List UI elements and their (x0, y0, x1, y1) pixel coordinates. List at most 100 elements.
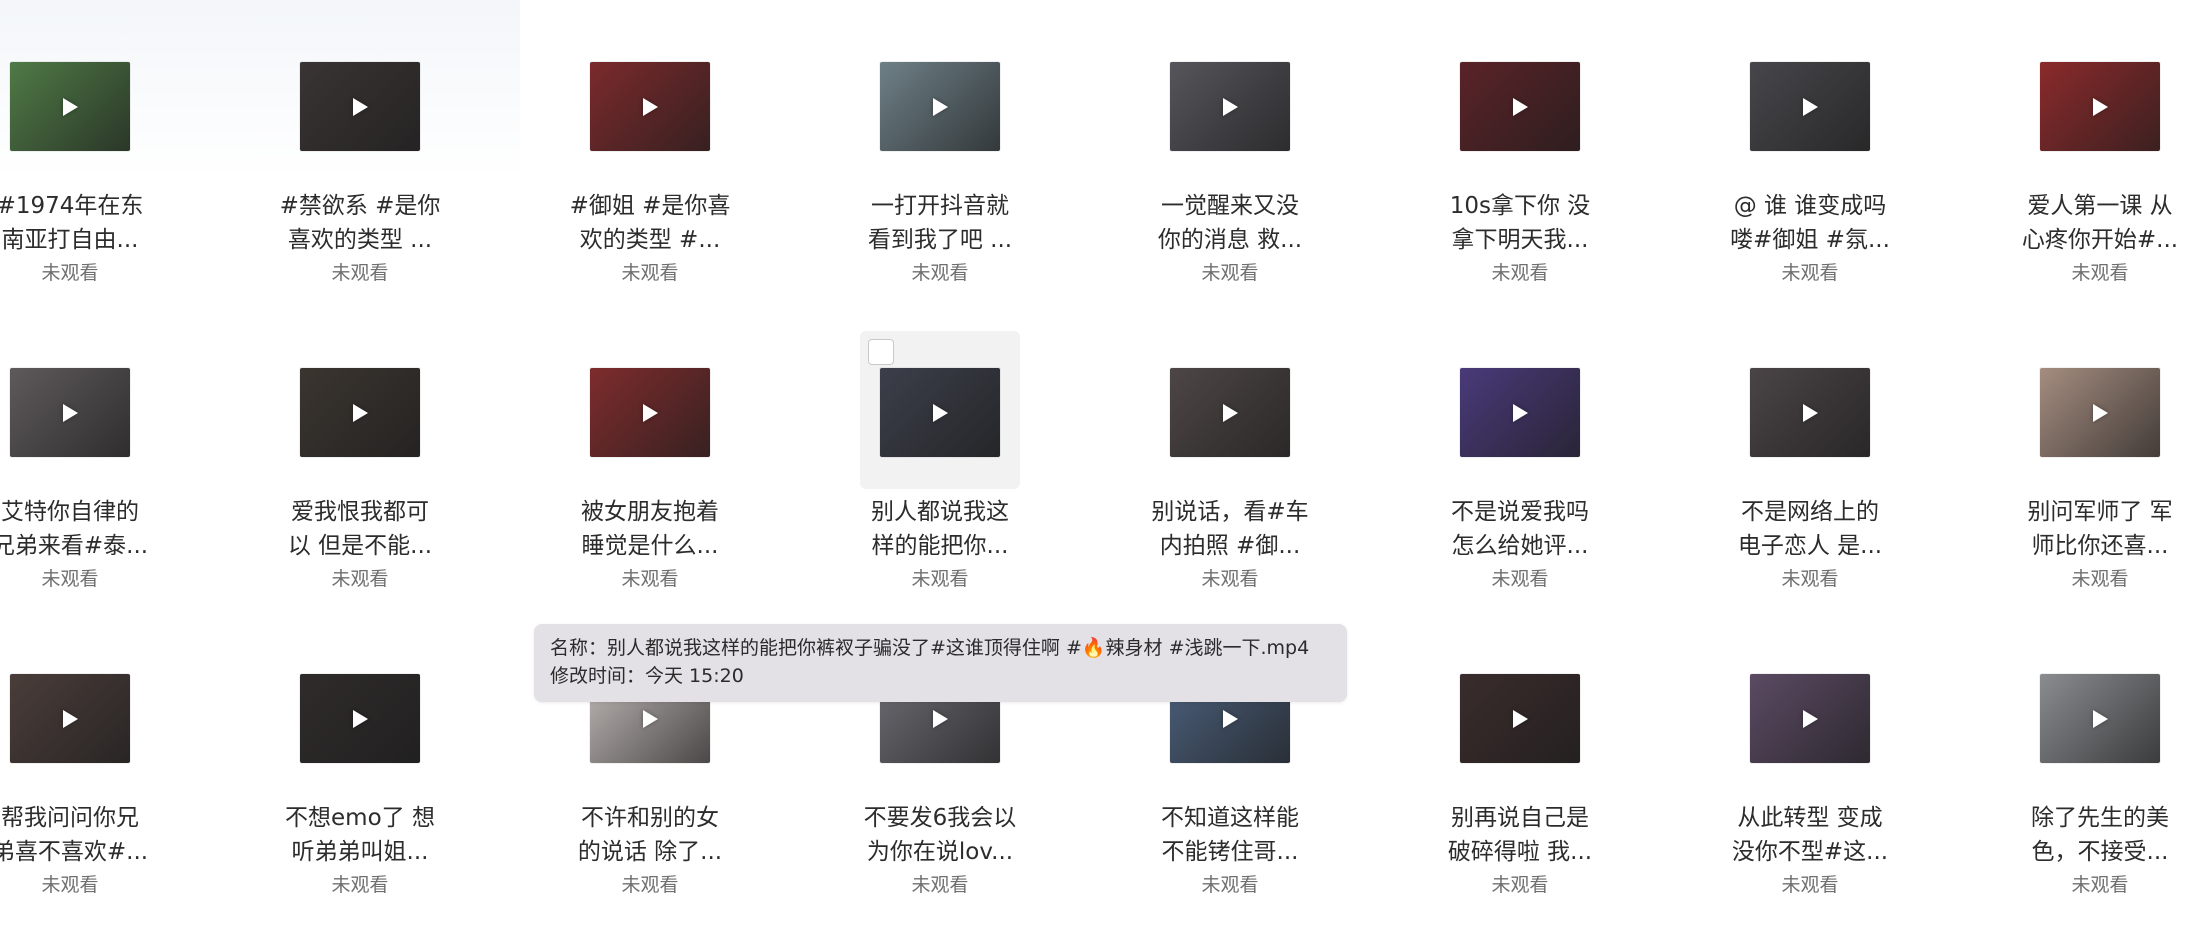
video-grid: #1974年在东 南亚打自由... 未观看 #禁欲系 #是你 喜欢的类型 ... 未观看 #… (0, 0, 2194, 932)
video-item[interactable]: 别说话，看#车 内拍照 #御... 未观看 (1150, 331, 1310, 590)
video-title-line2: 南亚打自由... (1, 227, 139, 253)
video-thumbnail[interactable] (1460, 62, 1580, 151)
video-title-line1: 别问军师了 军 (2027, 499, 2173, 525)
video-thumbnail[interactable] (880, 368, 1000, 457)
video-thumbnail[interactable] (2040, 674, 2160, 763)
video-title[interactable]: 不要发6我会以 为你在说lov... (848, 801, 1032, 869)
video-title-line2: 没你不型#这... (1731, 839, 1889, 865)
video-title-line2: 破碎得啦 我... (1447, 839, 1593, 865)
video-title[interactable]: @ 谁 谁变成吗 喽#御姐 #氛... (1718, 189, 1902, 257)
video-title[interactable]: 不许和别的女 的说话 除了... (558, 801, 742, 869)
video-item[interactable]: 不想emo了 想听弟弟叫姐... 未观看 (280, 637, 440, 896)
video-title[interactable]: #1974年在东 南亚打自由... (0, 189, 162, 257)
video-title[interactable]: 帮我问问你兄 弟喜不喜欢#... (0, 801, 162, 869)
video-title[interactable]: 别说话，看#车 内拍照 #御... (1138, 495, 1322, 563)
video-item[interactable]: #御姐 #是你喜 欢的类型 #... 未观看 (570, 25, 730, 284)
watch-status: 未观看 (1491, 874, 1549, 896)
play-icon (1803, 404, 1818, 422)
play-icon (353, 404, 368, 422)
video-thumbnail[interactable] (10, 674, 130, 763)
video-title[interactable]: 艾特你自律的 兄弟来看#泰... (0, 495, 162, 563)
watch-status: 未观看 (2071, 568, 2129, 590)
video-title[interactable]: 爱人第一课 从心疼你开始#... (2008, 189, 2192, 257)
watch-status: 未观看 (1201, 568, 1259, 590)
video-title[interactable]: 10s拿下你 没拿下明天我... (1428, 189, 1612, 257)
video-title[interactable]: 别人都说我这 样的能把你... (848, 495, 1032, 563)
video-item[interactable]: 被女朋友抱着 睡觉是什么... 未观看 (570, 331, 730, 590)
video-title-line2: 电子恋人 是... (1737, 533, 1883, 559)
video-item[interactable]: 一打开抖音就 看到我了吧 ... 未观看 (860, 25, 1020, 284)
video-title-line1: 一觉醒来又没 (1161, 193, 1299, 219)
video-title-line1: 不知道这样能 (1161, 805, 1299, 831)
play-icon (1513, 710, 1528, 728)
video-thumbnail[interactable] (10, 368, 130, 457)
video-item[interactable]: #禁欲系 #是你 喜欢的类型 ... 未观看 (280, 25, 440, 284)
video-item[interactable]: #1974年在东 南亚打自由... 未观看 (0, 25, 150, 284)
video-title[interactable]: #御姐 #是你喜 欢的类型 #... (558, 189, 742, 257)
watch-status: 未观看 (331, 262, 389, 284)
video-title[interactable]: 不想emo了 想听弟弟叫姐... (268, 801, 452, 869)
watch-status: 未观看 (1201, 874, 1259, 896)
video-item[interactable]: 10s拿下你 没拿下明天我... 未观看 (1440, 25, 1600, 284)
video-thumbnail[interactable] (1750, 368, 1870, 457)
video-thumbnail[interactable] (1750, 674, 1870, 763)
video-title[interactable]: 从此转型 变成 没你不型#这... (1718, 801, 1902, 869)
video-thumbnail[interactable] (1170, 62, 1290, 151)
play-icon (933, 98, 948, 116)
video-item[interactable]: 爱我恨我都可以 但是不能... 未观看 (280, 331, 440, 590)
video-title[interactable]: 不是网络上的 电子恋人 是... (1718, 495, 1902, 563)
video-thumbnail[interactable] (2040, 368, 2160, 457)
video-title-line2: 心疼你开始#... (2021, 227, 2179, 253)
video-title[interactable]: 一觉醒来又没 你的消息 救... (1138, 189, 1322, 257)
select-checkbox[interactable] (868, 339, 894, 365)
video-title-line2: 色，不接受... (2031, 839, 2169, 865)
video-thumbnail[interactable] (300, 62, 420, 151)
video-title[interactable]: 不知道这样能 不能铐住哥... (1138, 801, 1322, 869)
video-item[interactable]: 帮我问问你兄 弟喜不喜欢#... 未观看 (0, 637, 150, 896)
video-thumbnail[interactable] (300, 368, 420, 457)
video-thumbnail[interactable] (590, 62, 710, 151)
video-item[interactable]: 从此转型 变成 没你不型#这... 未观看 (1730, 637, 1890, 896)
watch-status: 未观看 (331, 568, 389, 590)
video-thumbnail[interactable] (1460, 368, 1580, 457)
video-title-line1: 一打开抖音就 (871, 193, 1009, 219)
video-title-line2: 喽#御姐 #氛... (1730, 227, 1890, 253)
play-icon (643, 710, 658, 728)
play-icon (1803, 710, 1818, 728)
video-title[interactable]: 别再说自己是 破碎得啦 我... (1428, 801, 1612, 869)
video-title[interactable]: #禁欲系 #是你 喜欢的类型 ... (268, 189, 452, 257)
video-thumbnail[interactable] (2040, 62, 2160, 151)
video-item[interactable]: 不是网络上的 电子恋人 是... 未观看 (1730, 331, 1890, 590)
video-item[interactable]: 一觉醒来又没 你的消息 救... 未观看 (1150, 25, 1310, 284)
video-item[interactable]: 艾特你自律的 兄弟来看#泰... 未观看 (0, 331, 150, 590)
video-item[interactable]: 不是说爱我吗 怎么给她评... 未观看 (1440, 331, 1600, 590)
video-title-line1: 不是说爱我吗 (1451, 499, 1589, 525)
video-thumbnail[interactable] (1170, 368, 1290, 457)
video-item[interactable]: 别人都说我这 样的能把你... 未观看 (860, 331, 1020, 590)
video-title[interactable]: 一打开抖音就 看到我了吧 ... (848, 189, 1032, 257)
video-title[interactable]: 别问军师了 军师比你还喜... (2008, 495, 2192, 563)
video-thumbnail[interactable] (880, 62, 1000, 151)
video-title[interactable]: 爱我恨我都可以 但是不能... (268, 495, 452, 563)
video-thumbnail[interactable] (10, 62, 130, 151)
video-item[interactable]: 别再说自己是 破碎得啦 我... 未观看 (1440, 637, 1600, 896)
video-title[interactable]: 被女朋友抱着 睡觉是什么... (558, 495, 742, 563)
video-title[interactable]: 不是说爱我吗 怎么给她评... (1428, 495, 1612, 563)
video-title[interactable]: 除了先生的美 色，不接受... (2008, 801, 2192, 869)
video-thumbnail[interactable] (300, 674, 420, 763)
video-thumbnail[interactable] (590, 368, 710, 457)
video-thumbnail[interactable] (1750, 62, 1870, 151)
watch-status: 未观看 (41, 262, 99, 284)
video-title-line2: 喜欢的类型 ... (287, 227, 433, 253)
video-title-line2: 拿下明天我... (1451, 227, 1589, 253)
video-item[interactable]: 除了先生的美 色，不接受... 未观看 (2020, 637, 2180, 896)
play-icon (63, 710, 78, 728)
video-item[interactable]: 别问军师了 军师比你还喜... 未观看 (2020, 331, 2180, 590)
video-item[interactable]: @ 谁 谁变成吗 喽#御姐 #氛... 未观看 (1730, 25, 1890, 284)
play-icon (1223, 710, 1238, 728)
video-thumbnail[interactable] (1460, 674, 1580, 763)
watch-status: 未观看 (2071, 262, 2129, 284)
video-title-line2: 怎么给她评... (1451, 533, 1589, 559)
watch-status: 未观看 (1491, 262, 1549, 284)
video-item[interactable]: 爱人第一课 从心疼你开始#... 未观看 (2020, 25, 2180, 284)
